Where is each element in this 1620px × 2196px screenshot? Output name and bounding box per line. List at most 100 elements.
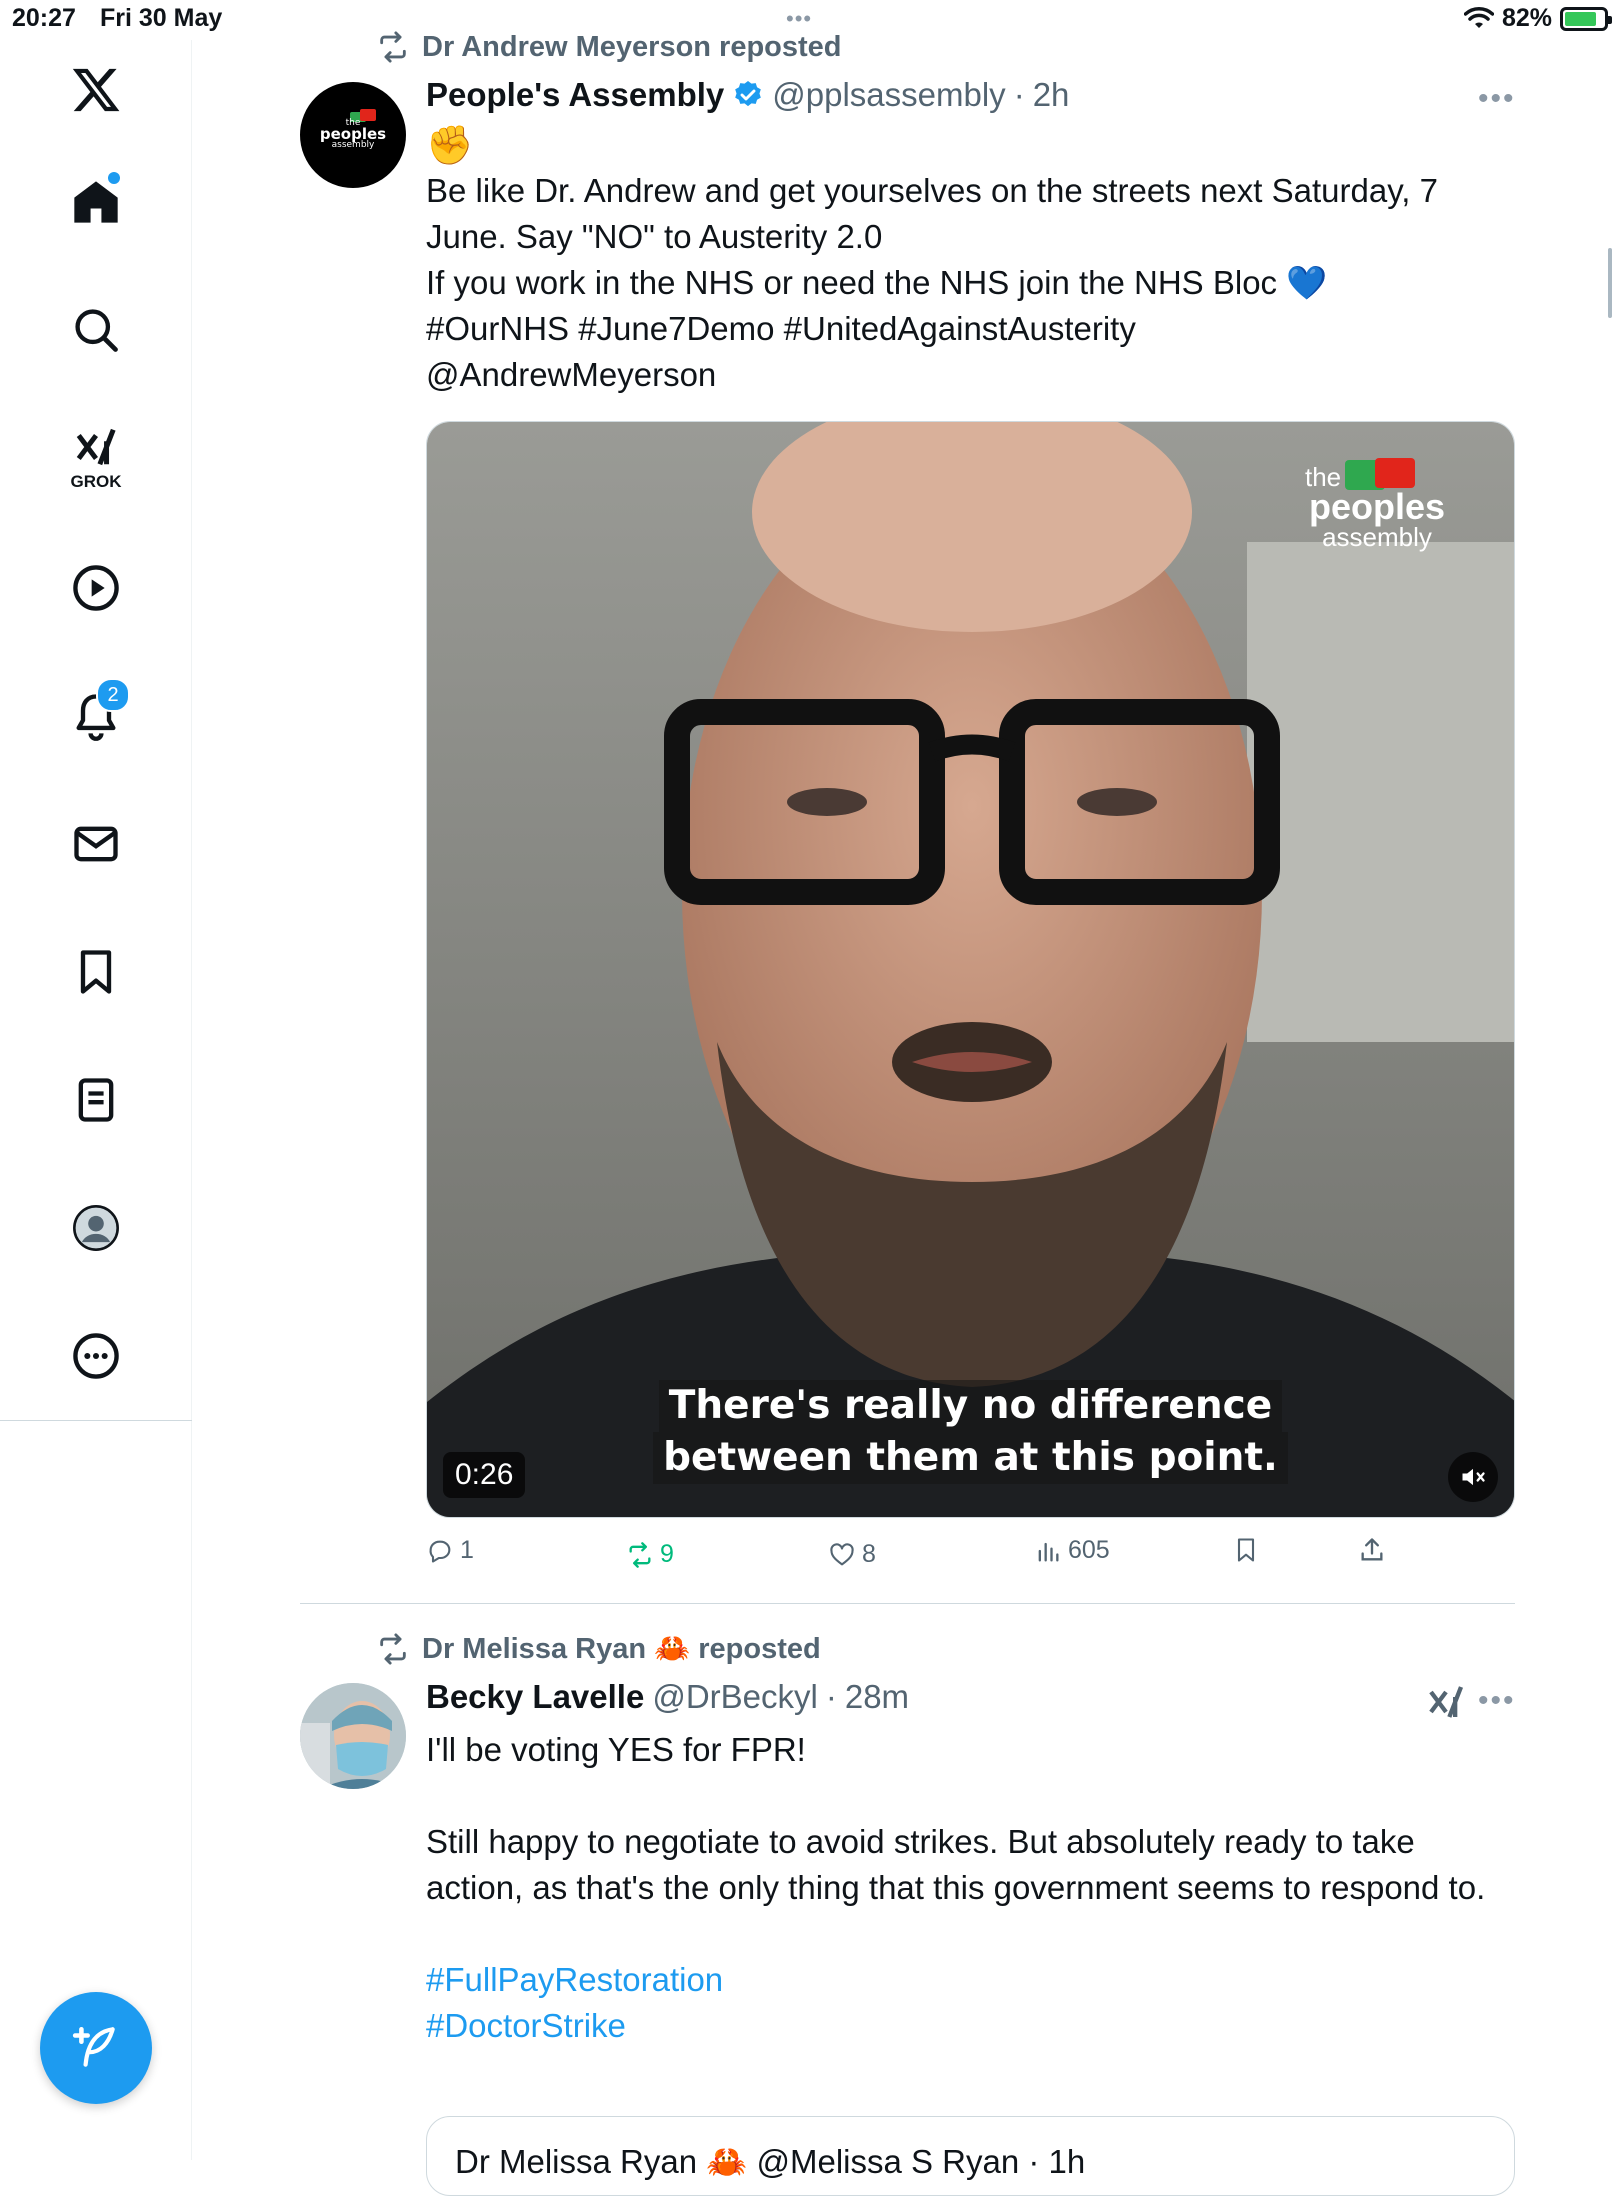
tweet-time[interactable]: 28m	[845, 1678, 909, 1716]
share-icon	[1361, 1538, 1383, 1561]
repost-button[interactable]: 9	[626, 1540, 674, 1569]
repost-icon	[629, 1541, 651, 1568]
muted-speaker-icon	[1462, 1468, 1485, 1486]
grok-label: GROK	[70, 472, 122, 491]
status-right: 82%	[1463, 4, 1612, 33]
sidebar-divider	[0, 1420, 192, 1421]
heart-icon	[830, 1542, 854, 1565]
author-handle[interactable]: @DrBeckyl	[652, 1678, 818, 1716]
battery-icon	[1560, 6, 1612, 31]
sidebar-item-bookmarks[interactable]	[46, 922, 146, 1022]
blue-heart-emoji: 💙	[1286, 264, 1328, 301]
caption-line-2: between them at this point.	[653, 1432, 1288, 1484]
author-handle[interactable]: @pplsassembly	[772, 76, 1005, 114]
tweet-text-1: I'll be voting YES for FPR!	[426, 1731, 806, 1768]
repost-by[interactable]: Dr Melissa Ryan 🦀 reposted	[422, 1632, 821, 1666]
compose-icon	[72, 2026, 115, 2067]
video-caption: There's really no difference between the…	[427, 1380, 1514, 1484]
search-icon	[75, 309, 118, 352]
scrollbar[interactable]	[1608, 248, 1612, 318]
mail-icon	[74, 826, 118, 862]
avatar-photo	[300, 1683, 406, 1789]
author-name[interactable]: Becky Lavelle	[426, 1678, 644, 1716]
fist-emoji: ✊	[426, 125, 474, 167]
separator-dot: ·	[1013, 76, 1025, 113]
bookmark-icon	[80, 950, 112, 994]
tweet-text-2: Still happy to negotiate to avoid strike…	[426, 1823, 1486, 1906]
share-button[interactable]	[1358, 1536, 1386, 1564]
like-count: 8	[862, 1540, 876, 1568]
repost-by[interactable]: Dr Andrew Meyerson reposted	[422, 31, 842, 64]
reply-icon	[429, 1540, 451, 1563]
avatar-text-assembly: assembly	[331, 140, 375, 150]
video-frame	[427, 422, 1514, 1517]
video-duration: 0:26	[443, 1452, 526, 1498]
avatar-text-peoples: peoples	[319, 125, 387, 143]
watermark-assembly: assembly	[1322, 522, 1432, 552]
tweet-body: ✊ Be like Dr. Andrew and get yourselves …	[426, 124, 1506, 398]
separator-dot: ·	[825, 1678, 837, 1715]
sidebar-item-video[interactable]	[46, 538, 146, 638]
hashtag-fullpayrestoration[interactable]: #FullPayRestoration	[426, 1957, 1506, 2003]
notification-badge: 2	[96, 678, 130, 712]
reply-button[interactable]: 1	[426, 1536, 474, 1565]
x-logo-icon[interactable]	[46, 40, 146, 140]
sidebar-item-profile[interactable]	[46, 1178, 146, 1278]
repost-icon	[380, 1633, 406, 1665]
sidebar-item-messages[interactable]	[46, 794, 146, 894]
wifi-icon	[1463, 6, 1494, 28]
sidebar: GROK 2	[0, 40, 192, 2160]
like-button[interactable]: 8	[828, 1540, 876, 1569]
tweet-mention[interactable]: @AndrewMeyerson	[426, 352, 1506, 398]
hashtag-doctorstrike[interactable]: #DoctorStrike	[426, 2003, 1506, 2049]
more-options-icon[interactable]: •••	[1478, 1684, 1516, 1718]
tweet-body: I'll be voting YES for FPR! Still happy …	[426, 1727, 1506, 2049]
play-icon	[73, 565, 119, 611]
sidebar-item-search[interactable]	[46, 280, 146, 380]
sidebar-item-lists[interactable]	[46, 1050, 146, 1150]
caption-line-1: There's really no difference	[658, 1380, 1283, 1432]
tweet-text-line-2: If you work in the NHS or need the NHS j…	[426, 264, 1278, 301]
sidebar-item-grok[interactable]: GROK	[46, 408, 146, 508]
battery-percent: 82%	[1501, 4, 1552, 32]
grok-icon	[76, 428, 116, 466]
tweet-text-line-1: Be like Dr. Andrew and get yourselves on…	[426, 172, 1438, 255]
video-player[interactable]: the peoples assembly There's really no d…	[426, 421, 1515, 1518]
sidebar-item-notifications[interactable]: 2	[46, 666, 146, 766]
tweet-hashtags[interactable]: #OurNHS #June7Demo #UnitedAgainstAusteri…	[426, 306, 1506, 352]
bookmark-button[interactable]	[1232, 1536, 1260, 1564]
multitask-dots[interactable]: •••	[786, 6, 812, 32]
analytics-icon	[1038, 1542, 1059, 1561]
list-icon	[78, 1078, 114, 1122]
status-date: Fri 30 May	[100, 4, 223, 32]
tweet-header: People's Assembly @pplsassembly · 2h	[426, 76, 1069, 114]
tweet-divider	[300, 1603, 1515, 1604]
sidebar-item-home[interactable]	[46, 152, 146, 252]
views-button[interactable]: 605	[1034, 1536, 1110, 1565]
watermark-peoples: peoples	[1308, 486, 1446, 527]
tweet-actions: 1 9 8 605	[426, 1536, 1426, 1576]
repost-icon	[380, 31, 406, 63]
tweet-header: Becky Lavelle @DrBeckyl · 28m	[426, 1678, 909, 1716]
grok-explain-icon[interactable]	[1426, 1682, 1466, 1722]
reply-count: 1	[460, 1536, 474, 1564]
more-circle-icon	[73, 1333, 119, 1379]
home-new-dot	[108, 172, 120, 184]
mute-button[interactable]	[1448, 1452, 1498, 1502]
author-name[interactable]: People's Assembly	[426, 76, 724, 114]
view-count: 605	[1068, 1536, 1110, 1564]
sidebar-item-more[interactable]	[46, 1306, 146, 1406]
avatar-icon	[73, 1205, 119, 1251]
quoted-tweet-header: Dr Melissa Ryan 🦀 @Melissa S Ryan · 1h	[455, 2143, 1086, 2180]
quoted-tweet-card[interactable]: Dr Melissa Ryan 🦀 @Melissa S Ryan · 1h	[426, 2116, 1515, 2196]
tweet-time[interactable]: 2h	[1033, 76, 1070, 114]
bookmark-icon	[1237, 1538, 1255, 1562]
verified-badge-icon	[735, 81, 762, 107]
compose-button[interactable]	[40, 1992, 152, 2104]
people-assembly-avatar[interactable]: the peoples assembly	[300, 82, 406, 188]
status-time: 20:27	[12, 4, 76, 32]
more-options-icon[interactable]: •••	[1478, 82, 1516, 116]
repost-indicator: Dr Andrew Meyerson reposted	[376, 30, 842, 64]
becky-lavelle-avatar[interactable]	[300, 1683, 406, 1789]
repost-indicator: Dr Melissa Ryan 🦀 reposted	[376, 1632, 821, 1666]
